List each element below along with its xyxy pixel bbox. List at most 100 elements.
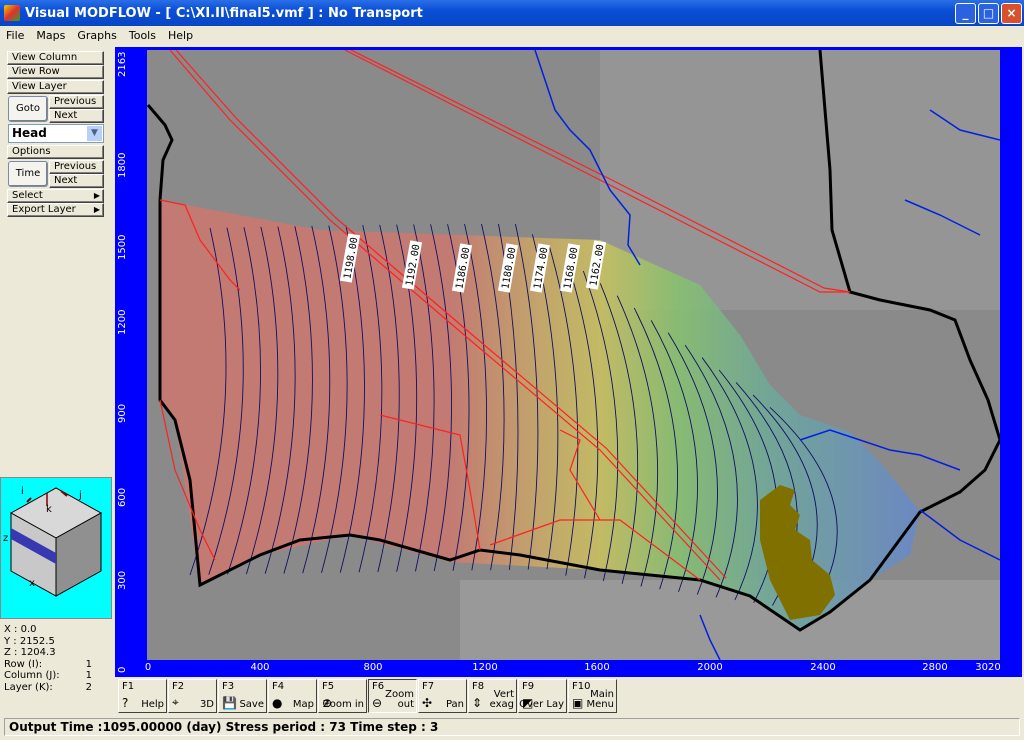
fkey-number: F5 bbox=[322, 681, 335, 692]
fkey-number: F4 bbox=[272, 681, 285, 692]
x-axis-tick: 1600 bbox=[584, 662, 610, 673]
fkey-label: Pan bbox=[445, 699, 464, 710]
fkey-number: F7 bbox=[422, 681, 435, 692]
fkey-help-button[interactable]: F1? Help bbox=[118, 679, 167, 713]
y-axis-tick: 1500 bbox=[117, 234, 128, 260]
cube-icon bbox=[9, 487, 103, 597]
x-axis-tick: 3020 bbox=[975, 662, 1001, 673]
fkey-label: Help bbox=[141, 699, 164, 710]
column-value: 1 bbox=[85, 670, 92, 681]
y-axis-tick: 2163 bbox=[117, 51, 128, 77]
fkey-label: Main Menu bbox=[586, 689, 614, 710]
export-layer-button[interactable]: Export Layer ▶ bbox=[7, 203, 104, 217]
pan-icon: ✣ bbox=[422, 696, 433, 710]
y-axis-tick: 600 bbox=[117, 487, 128, 507]
model-map-canvas[interactable]: 1198.00 1192.00 1186.00 1180.00 1174.00 1168.… bbox=[147, 50, 1000, 660]
menu-bar: File Maps Graphs Tools Help bbox=[0, 26, 1024, 44]
app-icon bbox=[4, 5, 20, 21]
y-axis-tick: 900 bbox=[117, 403, 128, 423]
fkey-label: Over Lay bbox=[519, 699, 564, 710]
x-axis-tick: 2800 bbox=[922, 662, 948, 673]
layer-next-button[interactable]: Next bbox=[49, 109, 104, 123]
y-axis-tick: 1200 bbox=[117, 309, 128, 335]
layer-label: Layer (K): bbox=[4, 681, 53, 693]
orientation-cube[interactable]: i j k z x bbox=[0, 477, 112, 619]
cube-label-x: x bbox=[29, 578, 35, 589]
menu-file[interactable]: File bbox=[0, 29, 30, 42]
fkey-label: Zoom in bbox=[322, 699, 364, 710]
view-layer-button[interactable]: View Layer bbox=[7, 80, 104, 94]
column-label: Column (J): bbox=[4, 670, 60, 681]
fkey-number: F1 bbox=[122, 681, 135, 692]
x-axis-tick: 0 bbox=[144, 662, 152, 673]
help-icon: ? bbox=[122, 696, 129, 710]
coordinate-readout: X : 0.0 Y : 2152.5 Z : 1204.3 Row (I): 1 … bbox=[4, 624, 112, 693]
fkey-zoom-out-button[interactable]: F6 ⊖ Zoom out bbox=[368, 679, 417, 713]
select-menu-button[interactable]: Select ▶ bbox=[7, 189, 104, 203]
y-coordinate: Y : 2152.5 bbox=[4, 635, 55, 647]
chevron-down-icon[interactable]: ▼ bbox=[87, 126, 102, 141]
export-layer-label: Export Layer bbox=[12, 204, 76, 215]
y-axis-tick: 1800 bbox=[117, 152, 128, 178]
goto-button[interactable]: Goto bbox=[8, 96, 48, 122]
x-axis-tick: 400 bbox=[250, 662, 270, 673]
menu-tools[interactable]: Tools bbox=[123, 29, 162, 42]
cube-label-k: k bbox=[46, 504, 52, 515]
time-previous-button[interactable]: Previous bbox=[49, 160, 104, 174]
fkey-over-lay-button[interactable]: F9 ◩ Over Lay bbox=[518, 679, 567, 713]
arrow-right-icon: ▶ bbox=[93, 191, 100, 200]
window-title: Visual MODFLOW - [ C:\XI.II\final5.vmf ]… bbox=[25, 5, 423, 21]
status-bar: Output Time :1095.00000 (day) Stress per… bbox=[4, 718, 1020, 736]
row-value: 1 bbox=[85, 658, 92, 670]
map-view[interactable]: 2163 1800 1500 1200 900 600 300 0 0 400 800 1200 16… bbox=[115, 47, 1022, 677]
display-select[interactable]: Head ▼ bbox=[8, 124, 104, 143]
fkey-3d-button[interactable]: F2 ⌖ 3D bbox=[168, 679, 217, 713]
fkey-label: Zoom out bbox=[385, 689, 414, 710]
x-coordinate: X : 0.0 bbox=[4, 624, 37, 635]
x-axis-tick: 1200 bbox=[472, 662, 498, 673]
save-icon: 💾 bbox=[222, 696, 237, 710]
fkey-pan-button[interactable]: F7 ✣ Pan bbox=[418, 679, 467, 713]
urban-area bbox=[460, 580, 1000, 660]
cube-label-i: i bbox=[21, 486, 24, 497]
maximize-button[interactable]: □ bbox=[978, 3, 999, 24]
3d-icon: ⌖ bbox=[172, 695, 179, 709]
fkey-label: Save bbox=[239, 699, 264, 710]
fkey-zoom-in-button[interactable]: F5 ⊕ Zoom in bbox=[318, 679, 367, 713]
fkey-main-menu-button[interactable]: F10 ▣ Main Menu bbox=[568, 679, 617, 713]
fkey-label: Vert exag bbox=[489, 689, 514, 710]
title-bar: Visual MODFLOW - [ C:\XI.II\final5.vmf ]… bbox=[0, 0, 1024, 26]
fkey-number: F3 bbox=[222, 681, 235, 692]
display-select-value: Head bbox=[12, 126, 47, 140]
x-axis-tick: 2400 bbox=[810, 662, 836, 673]
y-axis-tick: 0 bbox=[117, 666, 128, 673]
fkey-map-button[interactable]: F4 ● Map bbox=[268, 679, 317, 713]
options-button[interactable]: Options bbox=[7, 145, 104, 159]
fkey-label: Map bbox=[292, 699, 314, 710]
time-button[interactable]: Time bbox=[8, 161, 48, 187]
fkey-label: 3D bbox=[199, 699, 214, 710]
fkey-number: F2 bbox=[172, 681, 185, 692]
menu-graphs[interactable]: Graphs bbox=[71, 29, 122, 42]
layer-value: 2 bbox=[85, 681, 92, 693]
view-row-button[interactable]: View Row bbox=[7, 65, 104, 79]
layer-previous-button[interactable]: Previous bbox=[49, 95, 104, 109]
menu-maps[interactable]: Maps bbox=[30, 29, 71, 42]
cube-label-z: z bbox=[3, 533, 9, 544]
function-key-toolbar: F1? Help F2 ⌖ 3D F3 💾 Save F4 ● Map F5 ⊕ Zoom in F6 ⊖ Zo… bbox=[118, 679, 618, 713]
z-coordinate: Z : 1204.3 bbox=[4, 647, 56, 658]
fkey-vert-exag-button[interactable]: F8 ⇕ Vert exag bbox=[468, 679, 517, 713]
model-map: 1198.00 1192.00 1186.00 1180.00 1174.00 1168.… bbox=[147, 50, 1000, 660]
fkey-number: F9 bbox=[522, 681, 535, 692]
cube-label-j: j bbox=[79, 490, 82, 501]
menu-help[interactable]: Help bbox=[162, 29, 199, 42]
fkey-save-button[interactable]: F3 💾 Save bbox=[218, 679, 267, 713]
x-axis-tick: 800 bbox=[363, 662, 383, 673]
select-label: Select bbox=[12, 190, 43, 201]
globe-icon: ● bbox=[272, 696, 283, 710]
view-column-button[interactable]: View Column bbox=[7, 51, 104, 65]
row-label: Row (I): bbox=[4, 658, 43, 670]
close-button[interactable]: × bbox=[1001, 3, 1022, 24]
minimize-button[interactable]: _ bbox=[955, 3, 976, 24]
time-next-button[interactable]: Next bbox=[49, 174, 104, 188]
